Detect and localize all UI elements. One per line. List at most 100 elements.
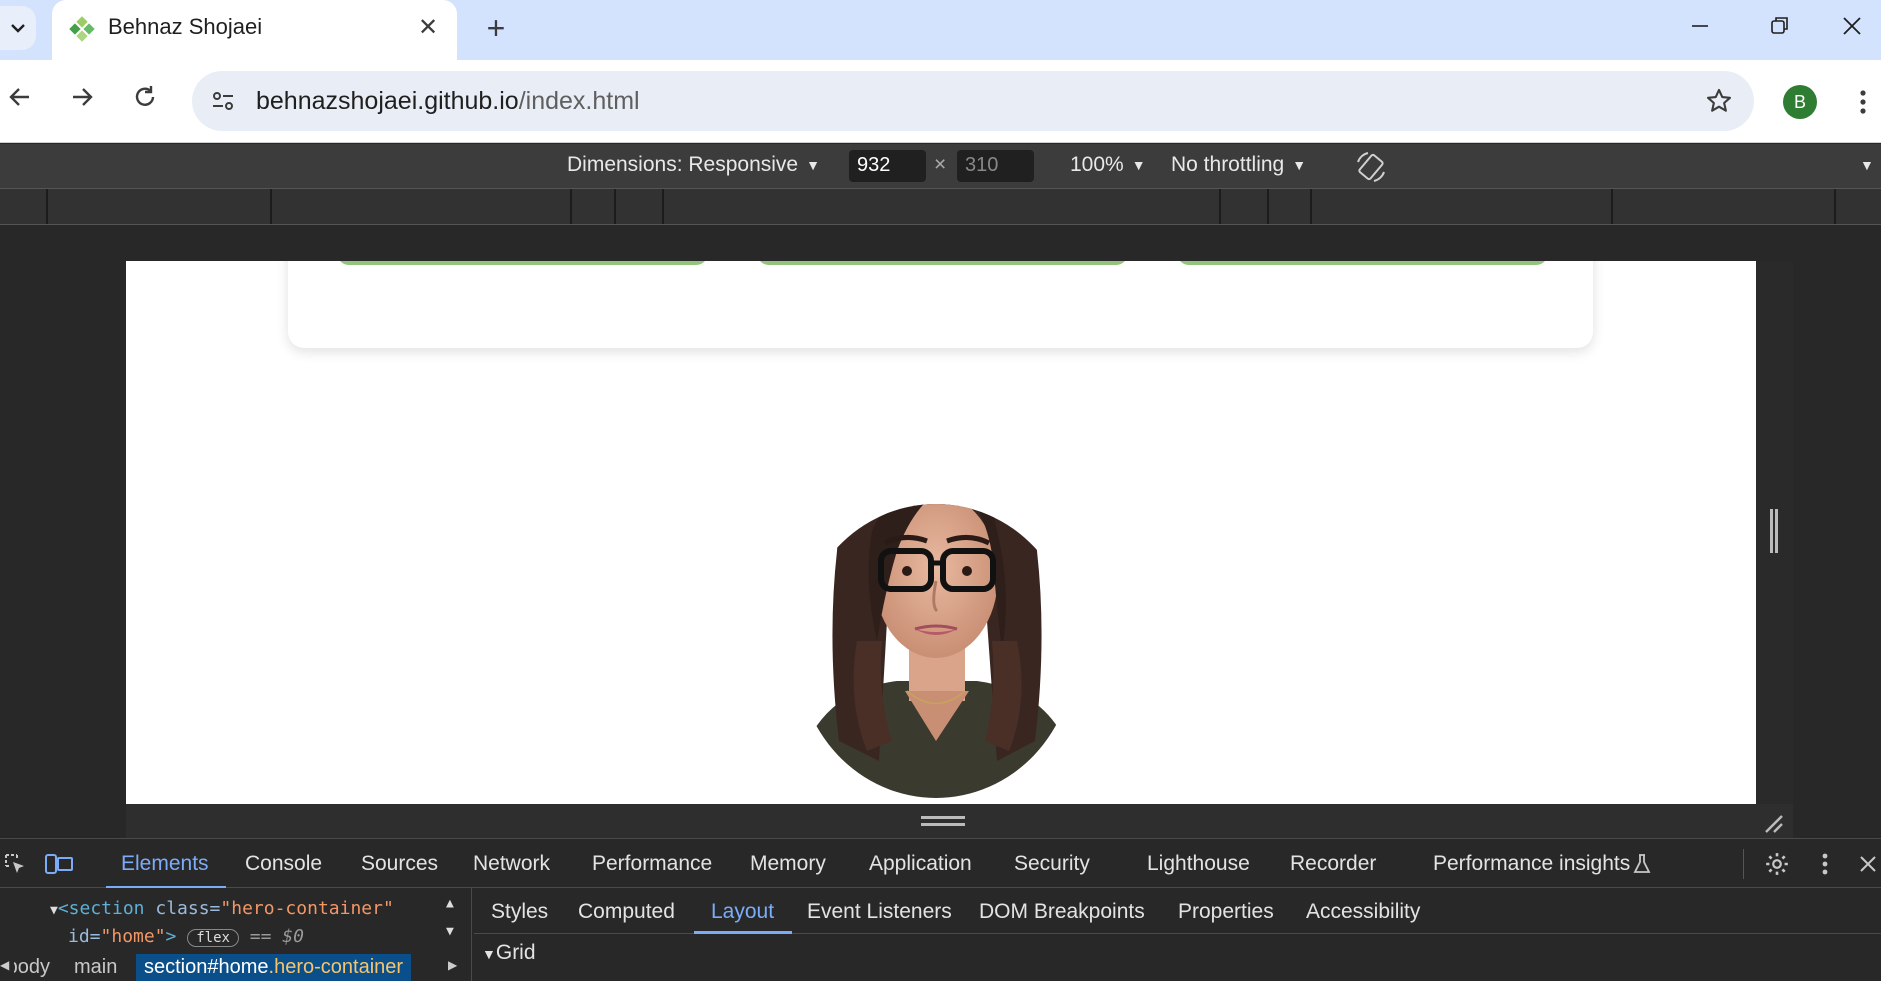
tab-title: Behnaz Shojaei bbox=[108, 14, 263, 39]
forward-arrow-icon[interactable] bbox=[62, 77, 102, 117]
breadcrumb-section-tag: section bbox=[144, 956, 208, 978]
dimensions-label: Dimensions: Responsive bbox=[567, 153, 799, 176]
tab-sources[interactable]: Sources bbox=[361, 852, 438, 876]
breadcrumb-section-id: #home bbox=[207, 956, 269, 978]
settings-gear-icon[interactable] bbox=[1762, 849, 1792, 879]
dom-tag-open: <section bbox=[57, 898, 145, 919]
devtools-tab-bar: Elements Console Sources Network Perform… bbox=[0, 838, 1881, 889]
grid-label-text: Grid bbox=[495, 941, 536, 964]
browser-menu-icon[interactable] bbox=[1848, 82, 1878, 122]
scroll-up-icon[interactable]: ▲ bbox=[446, 896, 454, 911]
close-tab-icon[interactable]: ✕ bbox=[411, 10, 445, 44]
sidebar-tab-layout[interactable]: Layout bbox=[711, 900, 774, 924]
width-input[interactable]: 932 bbox=[849, 150, 926, 182]
dimension-separator: × bbox=[934, 153, 947, 176]
chevron-down-icon bbox=[11, 24, 25, 33]
expand-triangle-icon: ▼ bbox=[482, 946, 496, 962]
tab-performance-insights[interactable]: Performance insights bbox=[1433, 852, 1630, 876]
dom-val-class: "hero-container" bbox=[220, 898, 394, 919]
caret-down-icon: ▼ bbox=[806, 157, 820, 173]
tab-recorder[interactable]: Recorder bbox=[1290, 852, 1376, 876]
device-viewport-area bbox=[0, 226, 1881, 838]
scroll-down-icon[interactable]: ▼ bbox=[446, 924, 454, 939]
zoom-dropdown[interactable]: 100% ▼ bbox=[1070, 153, 1146, 177]
dom-node-line-2[interactable]: id="home"> flex == $0 bbox=[68, 926, 304, 947]
tab-security[interactable]: Security bbox=[1014, 852, 1090, 876]
reload-icon[interactable] bbox=[125, 77, 165, 117]
device-mode-icon[interactable] bbox=[44, 849, 74, 879]
resize-handle-bottom-icon[interactable] bbox=[921, 816, 965, 826]
site-favicon-icon bbox=[69, 16, 95, 42]
devtools-more-icon[interactable] bbox=[1810, 849, 1840, 879]
tab-strip: Behnaz Shojaei ✕ + bbox=[0, 0, 1881, 60]
tab-memory[interactable]: Memory bbox=[750, 852, 826, 876]
sidebar-tab-accessibility[interactable]: Accessibility bbox=[1306, 900, 1420, 924]
dom-tag-close: > bbox=[165, 926, 177, 947]
site-info-icon[interactable] bbox=[204, 82, 242, 120]
back-arrow-icon[interactable] bbox=[0, 77, 40, 117]
restore-icon[interactable] bbox=[1742, 0, 1818, 52]
device-toolbar: Dimensions: Responsive ▼ 932 × 310 100% … bbox=[0, 144, 1881, 188]
tab-search-button[interactable] bbox=[0, 6, 36, 50]
sidebar-tab-dom-breakpoints[interactable]: DOM Breakpoints bbox=[979, 900, 1145, 924]
tab-elements[interactable]: Elements bbox=[121, 852, 209, 876]
breadcrumb-right-icon[interactable]: ▶ bbox=[448, 958, 457, 972]
dom-val-id: "home" bbox=[100, 926, 166, 947]
new-tab-button[interactable]: + bbox=[476, 8, 516, 48]
browser-tab[interactable]: Behnaz Shojaei ✕ bbox=[52, 0, 457, 60]
close-window-icon[interactable] bbox=[1822, 0, 1881, 52]
flex-badge[interactable]: flex bbox=[187, 929, 239, 947]
caret-down-icon: ▼ bbox=[1131, 157, 1146, 173]
bookmark-star-icon[interactable] bbox=[1702, 84, 1736, 118]
styles-sidebar-tabs: Styles Computed Layout Event Listeners D… bbox=[474, 888, 1881, 934]
url-text: behnazshojaei.github.io/index.html bbox=[256, 87, 640, 116]
browser-toolbar: behnazshojaei.github.io/index.html bbox=[0, 60, 1881, 143]
sidebar-tab-properties[interactable]: Properties bbox=[1178, 900, 1274, 924]
sidebar-tab-styles[interactable]: Styles bbox=[491, 900, 548, 924]
experiment-flask-icon bbox=[1630, 849, 1654, 879]
card-button-2[interactable] bbox=[757, 261, 1128, 265]
rotate-icon[interactable] bbox=[1354, 150, 1388, 184]
url-host: behnazshojaei.github.io bbox=[256, 87, 519, 115]
tab-performance[interactable]: Performance bbox=[592, 852, 712, 876]
close-devtools-icon[interactable] bbox=[1853, 849, 1881, 879]
card-button-3[interactable] bbox=[1177, 261, 1548, 265]
dom-attr-class: class= bbox=[155, 898, 221, 919]
media-query-bar[interactable] bbox=[0, 188, 1881, 225]
breadcrumb-section-class: .hero-container bbox=[268, 956, 404, 978]
address-bar[interactable]: behnazshojaei.github.io/index.html bbox=[192, 71, 1754, 131]
resize-corner-icon[interactable] bbox=[1762, 812, 1784, 834]
height-input[interactable]: 310 bbox=[957, 150, 1034, 182]
breadcrumb-body[interactable]: body bbox=[14, 956, 50, 979]
grid-section-label: ▼Grid bbox=[482, 941, 536, 965]
breadcrumb-left-icon[interactable]: ◀ bbox=[0, 958, 9, 972]
tab-lighthouse[interactable]: Lighthouse bbox=[1147, 852, 1250, 876]
url-path: /index.html bbox=[518, 87, 640, 115]
selected-node-marker: == $0 bbox=[249, 926, 304, 947]
sidebar-tab-event-listeners[interactable]: Event Listeners bbox=[807, 900, 952, 924]
dom-node-line-1[interactable]: ▼<section class="hero-container" bbox=[50, 898, 394, 919]
inspect-element-icon[interactable] bbox=[0, 849, 30, 879]
tab-console[interactable]: Console bbox=[245, 852, 322, 876]
tab-network[interactable]: Network bbox=[473, 852, 550, 876]
throttling-dropdown[interactable]: No throttling ▼ bbox=[1171, 153, 1306, 177]
resize-handle-right-icon[interactable] bbox=[1770, 509, 1778, 553]
sidebar-tab-computed[interactable]: Computed bbox=[578, 900, 675, 924]
profile-avatar[interactable]: B bbox=[1783, 85, 1817, 119]
page-viewport bbox=[126, 261, 1756, 804]
active-sidebar-tab-indicator bbox=[694, 931, 792, 934]
throttling-label: No throttling bbox=[1171, 153, 1285, 176]
zoom-label: 100% bbox=[1070, 153, 1124, 176]
profile-photo bbox=[797, 504, 1075, 798]
tab-application[interactable]: Application bbox=[869, 852, 972, 876]
grid-section-header[interactable]: ▼Grid bbox=[474, 935, 1881, 981]
dimensions-dropdown[interactable]: Dimensions: Responsive ▼ bbox=[567, 153, 820, 177]
breadcrumb-section[interactable]: section#home.hero-container bbox=[136, 954, 412, 981]
breadcrumb-main[interactable]: main bbox=[74, 956, 117, 979]
card-button-1[interactable] bbox=[337, 261, 708, 265]
expand-triangle-icon[interactable]: ▼ bbox=[50, 903, 58, 918]
dom-attr-id: id= bbox=[68, 926, 101, 947]
device-toolbar-more-icon[interactable]: ▼ bbox=[1860, 157, 1874, 173]
minimize-icon[interactable] bbox=[1662, 0, 1738, 52]
caret-down-icon: ▼ bbox=[1292, 157, 1307, 173]
